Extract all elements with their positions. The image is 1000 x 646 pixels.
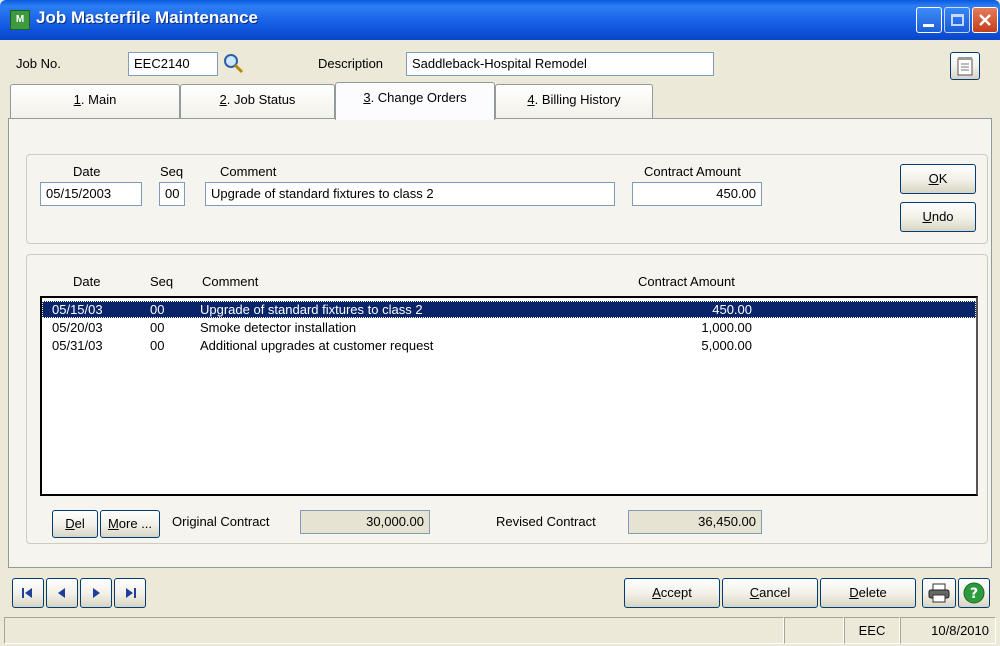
last-record-icon: [126, 588, 136, 598]
revised-contract-label: Revised Contract: [496, 514, 596, 529]
row-seq: 00: [150, 338, 165, 353]
status-company: EEC: [844, 617, 900, 644]
list-row[interactable]: 05/20/03 00 Smoke detector installation …: [42, 319, 976, 336]
date-field[interactable]: 05/15/2003: [40, 182, 142, 206]
first-record-button[interactable]: [12, 578, 44, 608]
undo-button[interactable]: Undo: [900, 202, 976, 232]
row-date: 05/31/03: [52, 338, 103, 353]
seq-field[interactable]: 00: [159, 182, 185, 206]
entry-comment-label: Comment: [220, 164, 277, 179]
list-header-date: Date: [73, 274, 101, 289]
list-header-amount: Contract Amount: [638, 274, 735, 289]
row-comment: Additional upgrades at customer request: [200, 338, 434, 353]
row-seq: 00: [150, 320, 165, 335]
original-contract-field: 30,000.00: [300, 510, 430, 534]
window-title: Job Masterfile Maintenance: [36, 8, 259, 27]
maximize-icon: [951, 14, 964, 26]
minimize-button[interactable]: [916, 7, 942, 33]
tab-job-status[interactable]: 2. Job Status: [180, 84, 335, 118]
previous-record-button[interactable]: [46, 578, 78, 608]
tab-change-orders[interactable]: 3. Change Orders: [335, 82, 495, 120]
row-comment: Upgrade of standard fixtures to class 2: [200, 302, 423, 317]
more-button[interactable]: More ...: [100, 510, 160, 538]
close-button[interactable]: [972, 7, 998, 33]
list-header-comment: Comment: [202, 274, 259, 289]
printer-icon: [928, 583, 950, 603]
status-date: 10/8/2010: [900, 617, 996, 644]
original-contract-label: Original Contract: [172, 514, 270, 529]
entry-date-label: Date: [73, 164, 101, 179]
job-no-label: Job No.: [16, 56, 61, 71]
minimize-icon: [923, 24, 934, 27]
del-button[interactable]: Del: [52, 510, 98, 538]
entry-amount-label: Contract Amount: [644, 164, 741, 179]
list-header-seq: Seq: [150, 274, 174, 289]
row-comment: Smoke detector installation: [200, 320, 357, 335]
notes-button[interactable]: [950, 52, 980, 80]
ok-button[interactable]: OK: [900, 164, 976, 194]
tab-billing-history[interactable]: 4. Billing History: [495, 84, 653, 118]
row-seq: 00: [150, 302, 165, 317]
last-record-button[interactable]: [114, 578, 146, 608]
delete-button[interactable]: Delete: [820, 578, 916, 608]
status-message: [4, 617, 784, 644]
row-amount: 1,000.00: [701, 320, 752, 335]
magnifier-icon[interactable]: [222, 52, 246, 76]
next-record-icon: [93, 588, 100, 598]
description-field[interactable]: Saddleback-Hospital Remodel: [406, 52, 714, 76]
row-date: 05/20/03: [52, 320, 103, 335]
row-date: 05/15/03: [52, 302, 103, 317]
revised-contract-field: 36,450.00: [628, 510, 762, 534]
comment-field[interactable]: Upgrade of standard fixtures to class 2: [205, 182, 615, 206]
list-row[interactable]: 05/15/03 00 Upgrade of standard fixtures…: [42, 301, 976, 318]
cancel-button[interactable]: Cancel: [722, 578, 818, 608]
print-button[interactable]: [922, 578, 956, 608]
first-record-icon: [22, 588, 32, 598]
tab-main[interactable]: 1. Main: [10, 84, 180, 118]
change-orders-list[interactable]: 05/15/03 00 Upgrade of standard fixtures…: [40, 296, 978, 496]
description-label: Description: [318, 56, 384, 71]
help-icon: ?: [963, 582, 985, 604]
accept-button[interactable]: Accept: [624, 578, 720, 608]
help-button[interactable]: ?: [958, 578, 990, 608]
amount-field[interactable]: 450.00: [632, 182, 762, 206]
notepad-icon: [957, 57, 973, 76]
status-blank: [784, 617, 844, 644]
svg-text:?: ?: [970, 586, 978, 602]
maximize-button[interactable]: [944, 7, 970, 33]
job-no-field[interactable]: EEC2140: [128, 52, 218, 76]
row-amount: 450.00: [712, 302, 752, 317]
row-amount: 5,000.00: [701, 338, 752, 353]
next-record-button[interactable]: [80, 578, 112, 608]
entry-seq-label: Seq: [160, 164, 184, 179]
close-icon: [979, 14, 991, 26]
app-icon: M: [10, 10, 30, 30]
list-row[interactable]: 05/31/03 00 Additional upgrades at custo…: [42, 337, 976, 354]
previous-record-icon: [58, 588, 65, 598]
